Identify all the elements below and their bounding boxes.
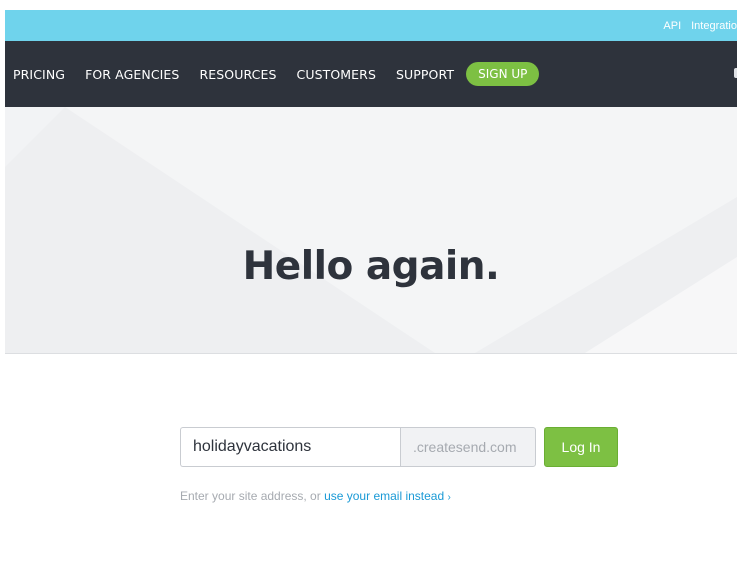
login-helper: Enter your site address, or use your ema… xyxy=(180,489,451,503)
utility-bar: API Integratio xyxy=(5,10,737,41)
nav-items: PRICING FOR AGENCIES RESOURCES CUSTOMERS… xyxy=(13,41,540,107)
utility-links: API Integratio xyxy=(653,10,737,41)
sign-up-button[interactable]: SIGN UP xyxy=(466,62,540,86)
site-address-input[interactable] xyxy=(180,427,400,467)
api-link[interactable]: API xyxy=(663,20,681,32)
chevron-right-icon: › xyxy=(447,492,451,503)
main-nav: PRICING FOR AGENCIES RESOURCES CUSTOMERS… xyxy=(5,41,737,107)
hero-banner: Hello again. xyxy=(5,107,737,354)
nav-item-resources[interactable]: RESOURCES xyxy=(199,67,276,82)
nav-item-support[interactable]: SUPPORT xyxy=(396,67,454,82)
page-title: Hello again. xyxy=(242,244,500,289)
nav-item-customers[interactable]: CUSTOMERS xyxy=(297,67,377,82)
use-email-link[interactable]: use your email instead xyxy=(324,489,444,503)
nav-item-for-agencies[interactable]: FOR AGENCIES xyxy=(85,67,179,82)
helper-text: Enter your site address, or xyxy=(180,489,325,503)
integrations-link[interactable]: Integratio xyxy=(691,20,737,32)
login-page: API Integratio PRICING FOR AGENCIES RESO… xyxy=(0,0,737,574)
hero-background-shapes xyxy=(5,107,737,353)
login-form: .createsend.com Log In xyxy=(180,427,618,467)
nav-item-pricing[interactable]: PRICING xyxy=(13,67,65,82)
log-in-button[interactable]: Log In xyxy=(544,427,618,467)
site-domain-suffix: .createsend.com xyxy=(400,427,536,467)
